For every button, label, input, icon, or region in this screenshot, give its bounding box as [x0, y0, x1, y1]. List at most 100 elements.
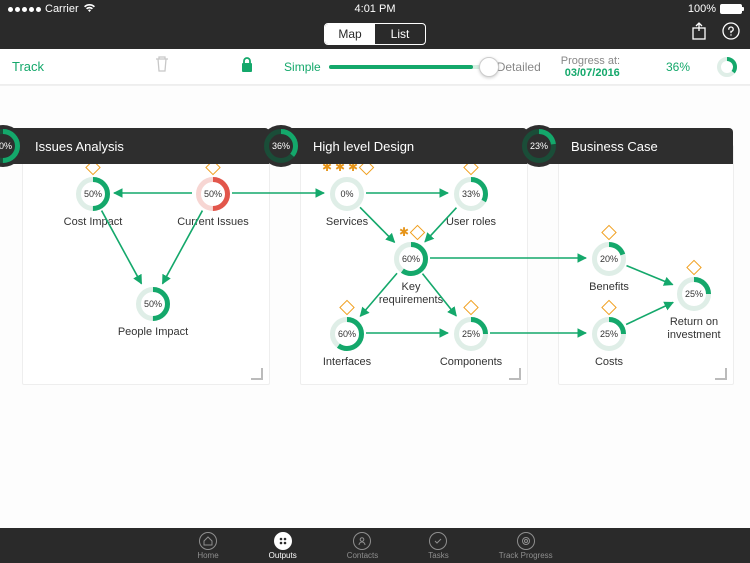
- node-progress-donut: 50%: [135, 286, 171, 322]
- node-progress-donut: 50%: [195, 176, 231, 212]
- contacts-icon: [353, 532, 371, 550]
- view-mode-segmented-control[interactable]: Map List: [324, 23, 426, 45]
- track-toolbar: Track Simple Detailed Progress at: 03/07…: [0, 49, 750, 85]
- node-costs[interactable]: 25% Costs: [569, 316, 649, 369]
- node-progress-donut: 25%: [453, 316, 489, 352]
- lock-icon[interactable]: [240, 56, 254, 78]
- detail-slider[interactable]: [329, 65, 489, 69]
- tab-track-progress[interactable]: Track Progress: [499, 532, 553, 560]
- tab-tasks-label: Tasks: [428, 551, 448, 560]
- group-header[interactable]: 36% High level Design: [283, 128, 527, 164]
- node-progress-donut: 60%: [329, 316, 365, 352]
- node-label: Interfaces: [323, 356, 371, 369]
- priority-diamond-icon: [410, 225, 426, 241]
- node-ifaces[interactable]: 60% Interfaces: [307, 316, 387, 369]
- tab-tasks[interactable]: Tasks: [428, 532, 448, 560]
- group-design[interactable]: 36% High level Design ✱✱✱ 0% Services 33…: [300, 145, 528, 385]
- group-header[interactable]: 23% Business Case: [541, 128, 733, 164]
- node-percent: 0%: [329, 176, 365, 212]
- star-icon: ✱: [399, 227, 410, 238]
- tab-contacts[interactable]: Contacts: [347, 532, 379, 560]
- track-progress-icon: [517, 532, 535, 550]
- node-progress-donut: 20%: [591, 241, 627, 277]
- signal-icon: [8, 7, 41, 12]
- segment-map[interactable]: Map: [325, 24, 375, 44]
- carrier-label: Carrier: [45, 3, 79, 15]
- home-icon: [199, 532, 217, 550]
- battery-pct: 100%: [688, 3, 716, 15]
- group-title: Issues Analysis: [35, 139, 124, 154]
- battery-icon: [720, 4, 742, 14]
- node-percent: 60%: [393, 241, 429, 277]
- group-progress-donut: 50%: [0, 125, 24, 167]
- progress-at-label: Progress at: 03/07/2016: [561, 55, 632, 79]
- tab-home[interactable]: Home: [197, 532, 218, 560]
- node-progress-donut: 25%: [591, 316, 627, 352]
- tab-outputs-label: Outputs: [269, 551, 297, 560]
- share-icon[interactable]: [690, 22, 708, 40]
- priority-diamond-icon: [463, 300, 479, 316]
- overall-donut-icon: [716, 56, 738, 78]
- group-header[interactable]: 50% Issues Analysis: [5, 128, 269, 164]
- resize-handle-icon[interactable]: [251, 368, 263, 380]
- node-percent: 50%: [135, 286, 171, 322]
- group-issues[interactable]: 50% Issues Analysis 50% Cost Impact 50% …: [22, 145, 270, 385]
- trash-icon[interactable]: [154, 55, 170, 78]
- node-label: Costs: [595, 356, 623, 369]
- node-label: Current Issues: [177, 216, 249, 229]
- bottom-tab-bar: Home Outputs Contacts Tasks Track Progre…: [0, 528, 750, 563]
- tab-track-label: Track Progress: [499, 551, 553, 560]
- tab-outputs[interactable]: Outputs: [269, 532, 297, 560]
- node-label: Key requirements: [371, 281, 451, 306]
- node-current[interactable]: 50% Current Issues: [173, 176, 253, 229]
- node-people[interactable]: 50% People Impact: [113, 286, 193, 339]
- node-benefits[interactable]: 20% Benefits: [569, 241, 649, 294]
- tab-home-label: Home: [197, 551, 218, 560]
- node-label: Benefits: [589, 281, 629, 294]
- group-progress-donut: 23%: [518, 125, 560, 167]
- topbar: Map List: [0, 18, 750, 49]
- node-progress-donut: 60%: [393, 241, 429, 277]
- node-roi[interactable]: 25% Return on investment: [654, 276, 734, 341]
- resize-handle-icon[interactable]: [715, 368, 727, 380]
- mode-label: Track: [12, 59, 44, 74]
- priority-diamond-icon: [686, 260, 702, 276]
- svg-text:36%: 36%: [272, 141, 290, 151]
- node-label: Return on investment: [654, 316, 734, 341]
- node-percent: 60%: [329, 316, 365, 352]
- tab-contacts-label: Contacts: [347, 551, 379, 560]
- node-comps[interactable]: 25% Components: [431, 316, 511, 369]
- node-label: User roles: [446, 216, 496, 229]
- node-percent: 25%: [591, 316, 627, 352]
- progress-date[interactable]: 03/07/2016: [565, 67, 620, 79]
- node-progress-donut: 50%: [75, 176, 111, 212]
- group-progress-donut: 36%: [260, 125, 302, 167]
- node-label: Components: [440, 356, 502, 369]
- node-percent: 50%: [75, 176, 111, 212]
- ios-status-bar: Carrier 4:01 PM 100%: [0, 0, 750, 18]
- node-keyreq[interactable]: ✱ 60% Key requirements: [371, 241, 451, 306]
- node-progress-donut: 33%: [453, 176, 489, 212]
- overall-percent: 36%: [666, 60, 690, 74]
- segment-list[interactable]: List: [375, 24, 425, 44]
- node-cost[interactable]: 50% Cost Impact: [53, 176, 133, 229]
- outputs-icon: [274, 532, 292, 550]
- clock: 4:01 PM: [355, 3, 396, 15]
- slider-knob[interactable]: [479, 57, 499, 77]
- node-progress-donut: 25%: [676, 276, 712, 312]
- help-icon[interactable]: [722, 22, 740, 40]
- svg-text:23%: 23%: [530, 141, 548, 151]
- slider-label-detailed: Detailed: [497, 60, 541, 74]
- group-title: Business Case: [571, 139, 658, 154]
- group-bcase[interactable]: 23% Business Case 20% Benefits 25% Costs: [558, 145, 734, 385]
- svg-text:50%: 50%: [0, 141, 12, 151]
- node-label: People Impact: [118, 326, 188, 339]
- node-progress-donut: 0%: [329, 176, 365, 212]
- resize-handle-icon[interactable]: [509, 368, 521, 380]
- node-percent: 25%: [676, 276, 712, 312]
- tasks-icon: [429, 532, 447, 550]
- priority-diamond-icon: [601, 300, 617, 316]
- node-roles[interactable]: 33% User roles: [431, 176, 511, 229]
- node-services[interactable]: ✱✱✱ 0% Services: [307, 176, 387, 229]
- map-canvas[interactable]: 50% Issues Analysis 50% Cost Impact 50% …: [0, 85, 750, 528]
